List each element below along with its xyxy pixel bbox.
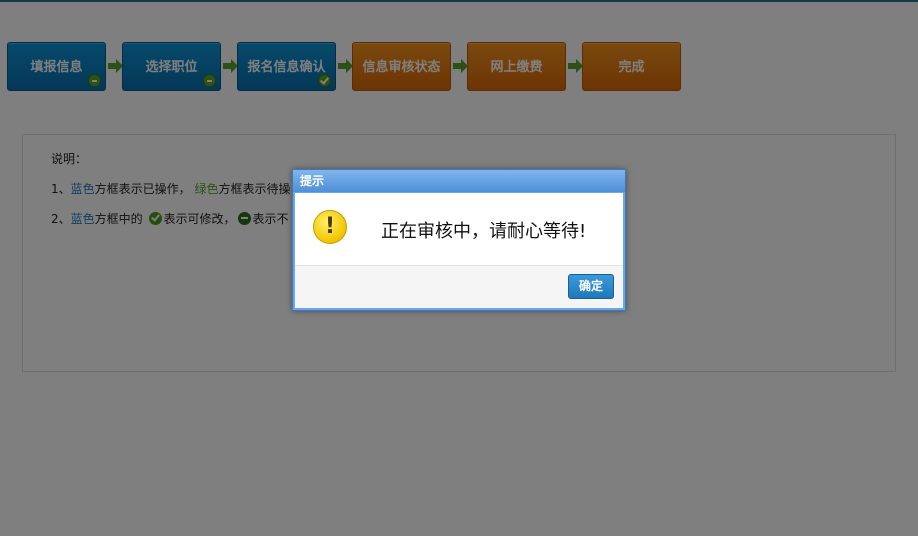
ok-button[interactable]: 确定 bbox=[568, 274, 614, 299]
warning-icon: ! bbox=[313, 210, 347, 244]
dialog-message: 正在审核中，请耐心等待! bbox=[381, 221, 587, 242]
dialog-title: 提示 bbox=[293, 170, 625, 192]
dialog-footer: 确定 bbox=[295, 265, 623, 308]
alert-dialog: 提示 ! 正在审核中，请耐心等待! 确定 bbox=[292, 169, 626, 311]
dialog-body: ! 正在审核中，请耐心等待! bbox=[295, 193, 623, 265]
